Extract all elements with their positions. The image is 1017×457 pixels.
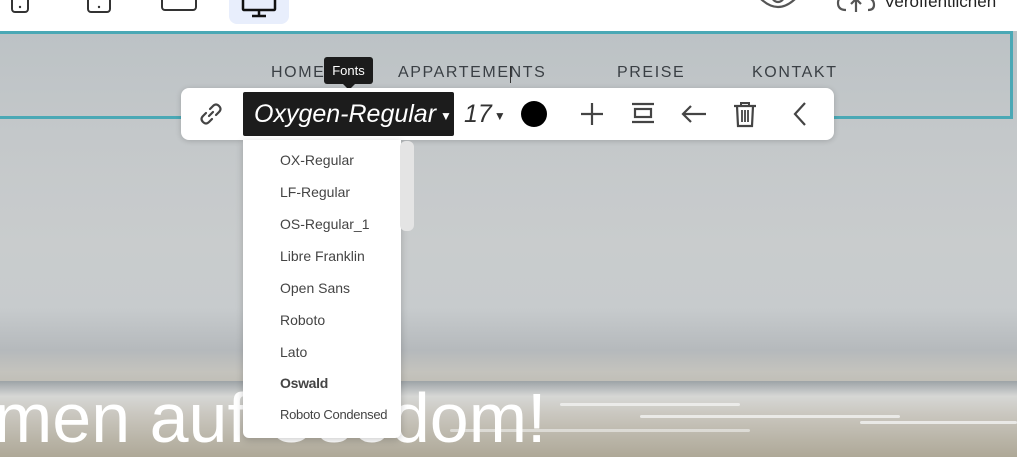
link-button[interactable] (197, 100, 225, 128)
text-toolbar: Oxygen-Regular ▼ 17 ▼ (181, 88, 834, 140)
phone-icon (11, 0, 29, 13)
font-size-value: 17 (464, 100, 492, 128)
device-desktop-button[interactable] (229, 0, 289, 24)
font-option[interactable]: OS-Regular_1 (280, 216, 370, 232)
laptop-icon (161, 0, 197, 11)
font-option[interactable]: Open Sans (280, 280, 350, 296)
collapse-button[interactable] (787, 100, 815, 128)
caret-down-icon: ▼ (493, 109, 506, 123)
move-left-button[interactable] (680, 100, 708, 128)
nav-link-preise[interactable]: PREISE (617, 64, 685, 82)
chevron-left-icon (793, 102, 806, 126)
device-tablet-button[interactable] (86, 0, 112, 24)
font-family-value: Oxygen-Regular (254, 100, 437, 128)
font-option[interactable]: Libre Franklin (280, 248, 365, 264)
font-option[interactable]: Roboto Condensed (280, 407, 388, 422)
plus-icon (581, 103, 603, 125)
fonts-tooltip: Fonts (324, 57, 373, 90)
link-icon (200, 103, 222, 125)
nav-link-home[interactable]: HOME (271, 64, 325, 82)
top-bar: Veröffentlichen (0, 0, 1017, 31)
nav-link-kontakt[interactable]: KONTAKT (752, 64, 838, 82)
preview-button[interactable] (756, 0, 800, 17)
text-cursor (510, 66, 511, 83)
device-phone-button[interactable] (8, 0, 32, 24)
publish-button[interactable] (836, 0, 876, 19)
cloud-upload-icon (836, 0, 876, 12)
trash-icon (734, 102, 756, 128)
font-option[interactable]: Roboto (280, 312, 325, 328)
wave (560, 403, 740, 406)
dropdown-scrollbar[interactable] (400, 141, 414, 231)
font-option[interactable]: OX-Regular (280, 152, 354, 168)
delete-button[interactable] (731, 100, 759, 128)
eye-icon (760, 0, 796, 9)
device-laptop-button[interactable] (160, 0, 198, 24)
wave (860, 421, 1017, 424)
font-dropdown: OX-Regular LF-Regular OS-Regular_1 Libre… (243, 140, 401, 438)
font-option[interactable]: Lato (280, 344, 307, 360)
caret-down-icon: ▼ (440, 109, 452, 123)
align-center-icon (632, 102, 654, 124)
wave (640, 415, 900, 418)
font-option[interactable]: Oswald (280, 375, 328, 391)
align-button[interactable] (629, 100, 657, 128)
arrow-left-icon (681, 105, 706, 123)
font-option[interactable]: LF-Regular (280, 184, 350, 200)
add-button[interactable] (578, 100, 606, 128)
tablet-icon (87, 0, 111, 13)
font-family-select[interactable]: Oxygen-Regular ▼ (243, 92, 454, 136)
text-color-button[interactable] (521, 101, 547, 127)
desktop-icon (241, 0, 277, 18)
publish-label[interactable]: Veröffentlichen (884, 0, 996, 12)
main-nav: HOME APPARTEMENTS PREISE KONTAKT (0, 64, 1017, 86)
nav-link-appartements[interactable]: APPARTEMENTS (398, 64, 546, 82)
font-size-select[interactable]: 17 ▼ (464, 92, 506, 136)
